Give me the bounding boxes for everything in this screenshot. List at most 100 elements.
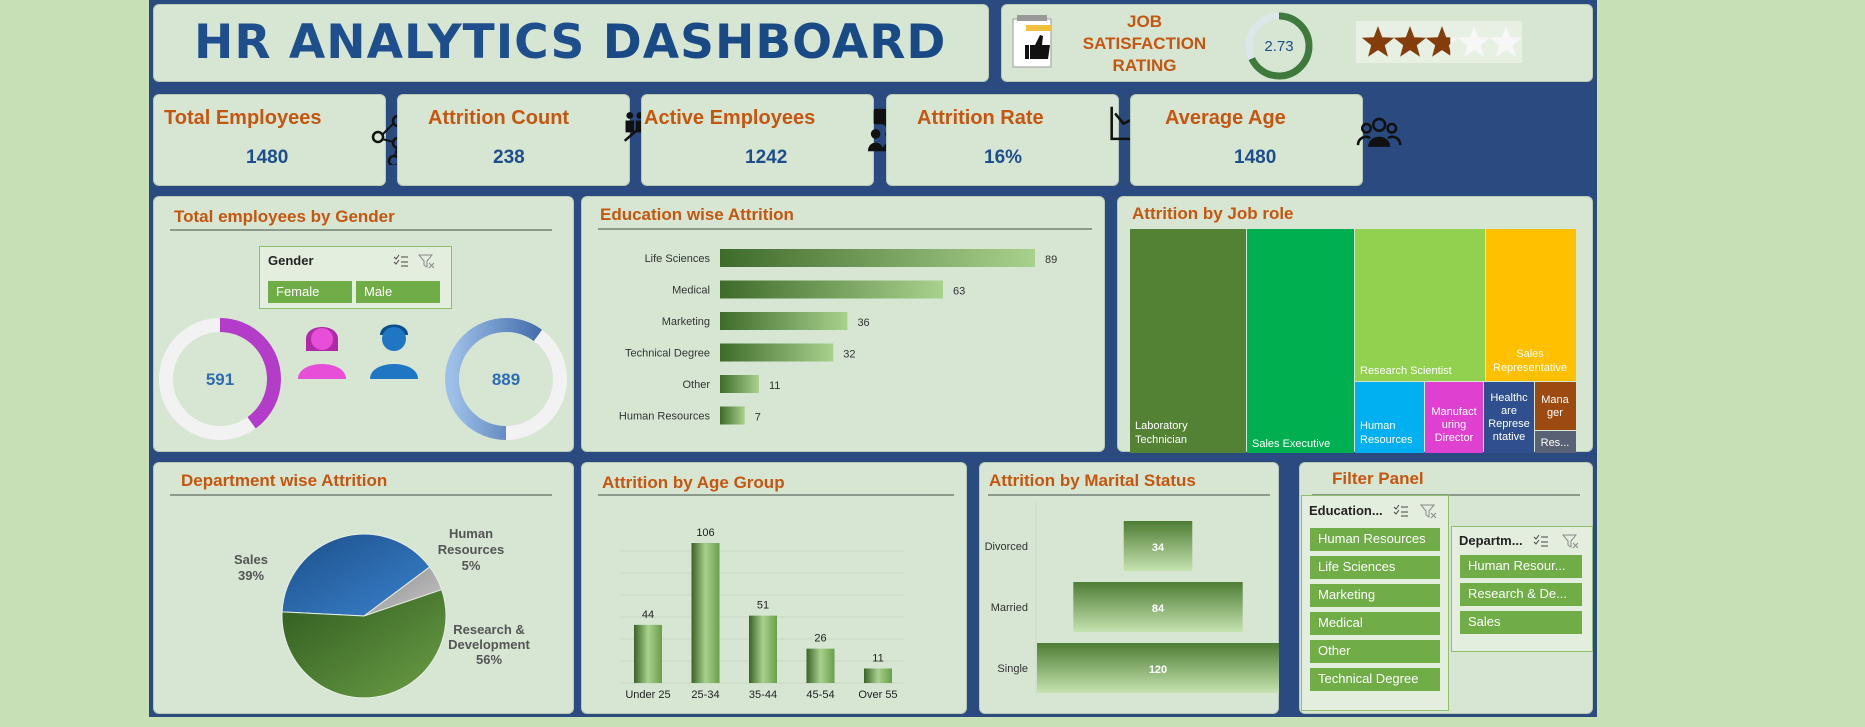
female-icon	[298, 327, 346, 379]
job-satisfaction-label: JOB SATISFACTION RATING	[1082, 11, 1207, 77]
gender-slicer: Gender Female Male	[259, 246, 452, 309]
treemap-tile-sales-executive	[1247, 229, 1354, 453]
bar	[720, 406, 745, 425]
job-role-treemap: Laboratory TechnicianResearch ScientistSa…	[1130, 229, 1576, 453]
data-label: 11	[872, 652, 883, 664]
kpi-card-average-age: Average Age 1480	[1130, 94, 1402, 186]
category-label: 45-54	[806, 689, 834, 701]
kpi-label: Total Employees	[164, 107, 322, 129]
data-label: 44	[642, 609, 654, 621]
gender-option-male[interactable]: Male	[356, 281, 440, 303]
department-option-2[interactable]: Sales	[1460, 611, 1582, 634]
category-label: Single	[997, 663, 1028, 675]
star-icon	[1457, 26, 1491, 57]
data-label: 63	[953, 286, 965, 298]
department-title: Department wise Attrition	[181, 471, 388, 490]
multi-select-icon[interactable]	[1532, 533, 1550, 549]
male-donut: 889	[445, 318, 567, 440]
job-role-panel: Attrition by Job role Laboratory Technici…	[1117, 196, 1593, 453]
category-label: Other	[682, 379, 710, 391]
treemap-tile-research-scientist	[1355, 229, 1485, 381]
kpi-card-attrition-rate: Attrition Rate 16%	[886, 94, 1151, 186]
education-option-technical-degree[interactable]: Technical Degree	[1310, 668, 1440, 691]
category-label: Medical	[672, 285, 710, 297]
data-label: 106	[696, 527, 714, 539]
education-option-life-sciences[interactable]: Life Sciences	[1310, 556, 1440, 579]
department-panel: Department wise Attrition Sales 39% Human R…	[153, 462, 574, 714]
category-label: Marketing	[662, 316, 710, 328]
marital-status-chart: 34 Divorced 84 Married 120 Single	[985, 501, 1279, 697]
data-label: 51	[757, 600, 769, 612]
kpi-value: 1480	[1234, 147, 1277, 168]
multi-select-icon[interactable]	[1392, 503, 1410, 519]
bar	[720, 375, 759, 393]
gauge-value: 2.73	[1264, 38, 1293, 55]
clear-filter-icon[interactable]	[1562, 533, 1580, 549]
department-option-0[interactable]: Human Resour...	[1460, 555, 1582, 578]
category-label: Under 25	[625, 689, 670, 701]
kpi-value: 238	[493, 147, 525, 168]
multi-select-icon[interactable]	[392, 253, 410, 269]
kpi-label: Attrition Count	[428, 107, 570, 129]
age-group-title: Attrition by Age Group	[602, 473, 785, 492]
data-label: 36	[857, 317, 869, 329]
education-option-medical[interactable]: Medical	[1310, 612, 1440, 635]
data-label: 89	[1045, 254, 1057, 266]
clear-filter-icon[interactable]	[1420, 503, 1438, 519]
column	[806, 648, 835, 683]
kpi-value: 16%	[984, 147, 1023, 168]
star-rating	[1356, 21, 1523, 63]
education-title: Education wise Attrition	[600, 205, 794, 224]
bar	[720, 312, 848, 330]
pie-label: Development	[448, 637, 530, 652]
kpi-card-attrition-count: Attrition Count 238	[397, 94, 665, 186]
department-slicer: Departm... Human Resour... Research & De.…	[1451, 526, 1593, 652]
gender-panel: Total employees by Gender Gender Female …	[153, 196, 574, 452]
data-label: 32	[843, 349, 855, 361]
gender-option-female[interactable]: Female	[268, 281, 352, 303]
clear-filter-icon[interactable]	[418, 253, 436, 269]
education-slicer-title: Education...	[1309, 503, 1383, 518]
gender-slicer-title: Gender	[268, 253, 314, 268]
data-label: 11	[769, 380, 780, 392]
female-donut: 591	[159, 318, 281, 440]
education-slicer: Education... Human Resources Life Science…	[1301, 495, 1449, 711]
category-label: Over 55	[858, 689, 897, 701]
title-underline	[170, 229, 552, 231]
data-label: 34	[1152, 542, 1165, 554]
category-label: 25-34	[691, 689, 719, 701]
category-label: Life Sciences	[645, 253, 711, 265]
age-group-panel: Attrition by Age Group 44 Under 25 106 25-3…	[581, 462, 967, 714]
education-option-human-resources[interactable]: Human Resources	[1310, 528, 1440, 551]
marital-panel: Attrition by Marital Status 34 Divorced 84…	[979, 462, 1279, 714]
education-bar-chart: Life Sciences 89 Medical 63 Marketing 36 Techn…	[619, 249, 1057, 425]
dashboard-frame: HR ANALYTICS DASHBOARD JOB SATISFACTION …	[149, 0, 1597, 717]
data-label: 84	[1152, 603, 1165, 615]
department-pie-chart: Sales39% HumanResources5% Research &Develo…	[234, 526, 530, 699]
pie-label: Resources	[438, 542, 504, 557]
treemap-label: Sales Executive	[1252, 438, 1330, 450]
department-slicer-title: Departm...	[1459, 533, 1523, 548]
marital-title: Attrition by Marital Status	[989, 471, 1196, 490]
gender-title: Total employees by Gender	[174, 207, 395, 226]
kpi-label: Average Age	[1165, 107, 1286, 129]
treemap-label: Research Scientist	[1360, 365, 1452, 377]
category-label: Divorced	[985, 541, 1028, 553]
category-label: Technical Degree	[625, 348, 710, 360]
male-icon	[370, 324, 418, 379]
pie-label: 39%	[238, 568, 264, 583]
department-option-1[interactable]: Research & De...	[1460, 583, 1582, 606]
kpi-card-total-employees: Total Employees 1480	[153, 94, 425, 186]
bar	[720, 249, 1036, 267]
satisfaction-gauge: 2.73	[1245, 12, 1313, 80]
column	[691, 543, 720, 683]
male-count: 889	[492, 370, 520, 389]
category-label: 35-44	[749, 689, 777, 701]
education-option-marketing[interactable]: Marketing	[1310, 584, 1440, 607]
column	[634, 624, 662, 683]
education-option-other[interactable]: Other	[1310, 640, 1440, 663]
column	[864, 668, 892, 683]
job-satisfaction-panel: JOB SATISFACTION RATING 2.73	[1001, 4, 1593, 82]
pie-label: 56%	[476, 652, 502, 667]
page-title: HR ANALYTICS DASHBOARD	[194, 15, 946, 70]
